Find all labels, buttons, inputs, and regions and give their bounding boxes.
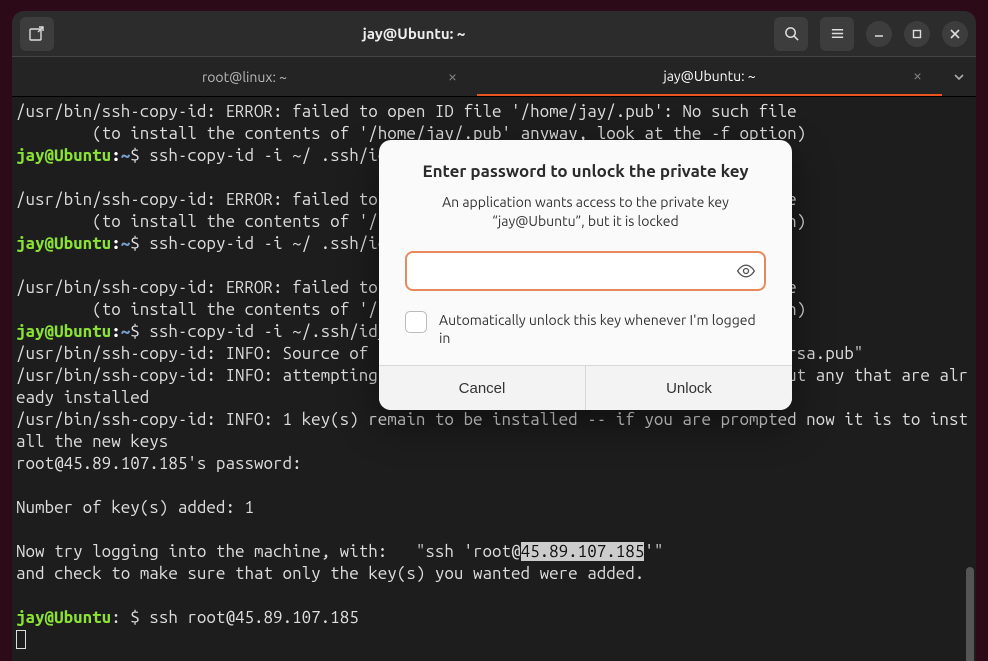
unlock-button[interactable]: Unlock — [586, 366, 792, 410]
titlebar: jay@Ubuntu: ~ — [12, 11, 976, 57]
terminal-line: /usr/bin/ssh-copy-id: INFO: 1 key(s) rem… — [16, 410, 968, 451]
terminal-cmd: : $ — [111, 608, 149, 627]
tab-label: jay@Ubuntu: ~ — [663, 68, 755, 84]
cancel-button[interactable]: Cancel — [379, 366, 586, 410]
toggle-visibility-button[interactable] — [736, 261, 756, 281]
hamburger-icon — [830, 26, 845, 41]
prompt-user: jay@Ubuntu — [16, 608, 111, 627]
dialog-subtitle: An application wants access to the priva… — [405, 193, 766, 231]
tab-close-button[interactable]: × — [913, 67, 922, 85]
prompt-colon: : — [111, 146, 121, 165]
terminal-line: and check to make sure that only the key… — [16, 564, 644, 583]
auto-unlock-checkbox[interactable] — [405, 311, 427, 333]
prompt-colon: : — [111, 234, 121, 253]
chevron-down-icon — [953, 71, 965, 83]
dialog-title: Enter password to unlock the private key — [405, 162, 766, 181]
tab-close-button[interactable]: × — [448, 68, 457, 86]
terminal-line: Now try logging into the machine, with: … — [16, 542, 521, 561]
window-title: jay@Ubuntu: ~ — [363, 25, 466, 42]
terminal-cursor — [16, 630, 26, 649]
highlighted-ip: 45.89.107.185 — [521, 542, 645, 561]
tab-2[interactable]: jay@Ubuntu: ~ × — [477, 57, 942, 96]
eye-icon — [736, 261, 756, 281]
minimize-icon — [874, 29, 884, 39]
prompt-user: jay@Ubuntu — [16, 322, 111, 341]
tab-label: root@linux: ~ — [202, 69, 287, 85]
auto-unlock-label: Automatically unlock this key whenever I… — [439, 311, 766, 347]
new-tab-button[interactable] — [20, 17, 54, 51]
prompt-path: ~ — [121, 322, 131, 341]
scrollbar-thumb[interactable] — [966, 567, 974, 661]
prompt-user: jay@Ubuntu — [16, 234, 111, 253]
terminal-cmd: ssh root@45.89.107.185 — [149, 608, 358, 627]
tabbar: root@linux: ~ × jay@Ubuntu: ~ × — [12, 57, 976, 97]
prompt-colon: : — [111, 322, 121, 341]
maximize-icon — [912, 29, 922, 39]
maximize-button[interactable] — [904, 21, 930, 47]
unlock-key-dialog: Enter password to unlock the private key… — [379, 140, 792, 410]
prompt-path: ~ — [121, 234, 131, 253]
terminal-line: root@45.89.107.185's password: — [16, 454, 302, 473]
tab-dropdown-button[interactable] — [942, 57, 976, 96]
new-tab-icon — [29, 26, 45, 42]
menu-button[interactable] — [820, 17, 854, 51]
close-icon — [950, 29, 960, 39]
search-icon — [784, 26, 799, 41]
prompt-path: ~ — [121, 146, 131, 165]
prompt-user: jay@Ubuntu — [16, 146, 111, 165]
tab-1[interactable]: root@linux: ~ × — [12, 57, 477, 96]
terminal-line: Number of key(s) added: 1 — [16, 498, 254, 517]
search-button[interactable] — [774, 17, 808, 51]
minimize-button[interactable] — [866, 21, 892, 47]
terminal-line: /usr/bin/ssh-copy-id: ERROR: failed to o… — [16, 102, 797, 121]
terminal-line: '" — [644, 542, 663, 561]
password-input[interactable] — [405, 251, 766, 291]
close-button[interactable] — [942, 21, 968, 47]
